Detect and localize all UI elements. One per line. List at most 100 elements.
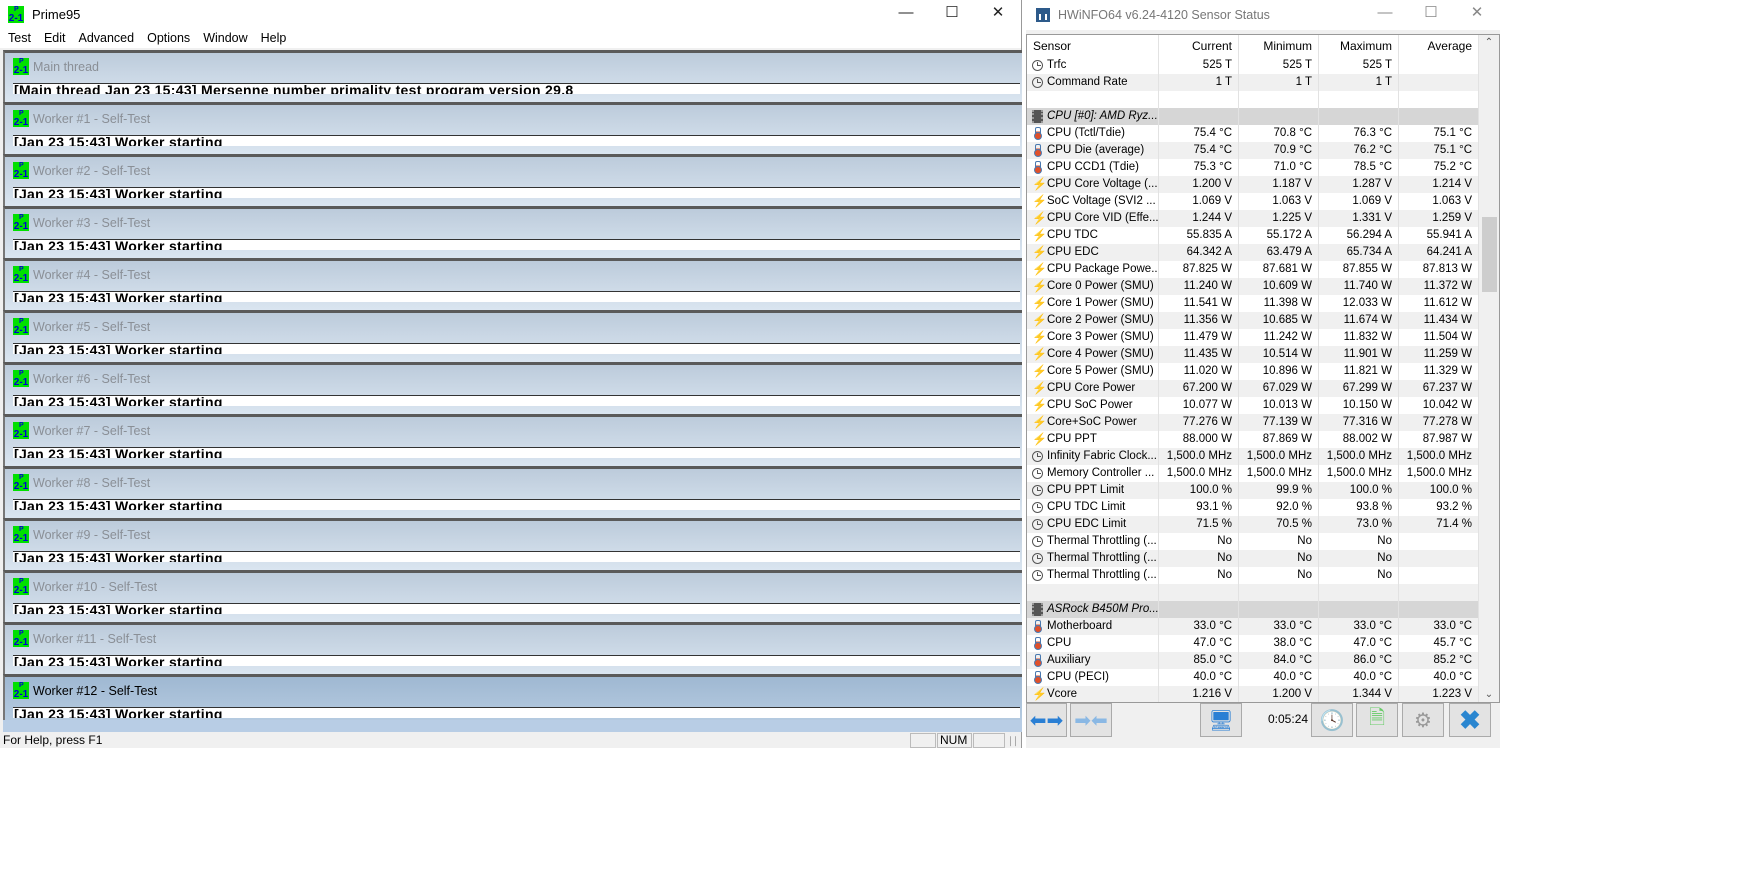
minimize-button[interactable]: — xyxy=(1362,0,1408,28)
worker-window-title[interactable]: P 2-1 Worker #10 - Self-Test xyxy=(13,578,157,596)
worker-window[interactable]: P 2-1 Worker #10 - Self-Test [Jan 23 15:43]… xyxy=(3,570,1022,622)
sensor-row[interactable]: ⚡ Core 2 Power (SMU) 11.356 W 10.685 W 11.67… xyxy=(1027,312,1479,329)
scrollbar-thumb[interactable] xyxy=(1482,217,1497,292)
menu-test[interactable]: Test xyxy=(8,31,31,45)
sensor-row[interactable]: Auxiliary 85.0 °C 84.0 °C 86.0 °C 85.2 °C xyxy=(1027,652,1479,669)
sensor-row[interactable]: ⚡ Core+SoC Power 77.276 W 77.139 W 77.316 W7… xyxy=(1027,414,1479,431)
worker-window[interactable]: P 2-1 Worker #9 - Self-Test [Jan 23 15:43] … xyxy=(3,518,1022,570)
sensor-row[interactable]: ⚡ Core 0 Power (SMU) 11.240 W 10.609 W 11.74… xyxy=(1027,278,1479,295)
worker-window-title[interactable]: P 2-1 Worker #9 - Self-Test xyxy=(13,526,150,544)
network-monitor-button[interactable]: 🖥 xyxy=(1200,703,1242,737)
sensor-row[interactable] xyxy=(1027,584,1479,601)
sensor-row[interactable] xyxy=(1027,91,1479,108)
worker-window-title[interactable]: P 2-1 Worker #2 - Self-Test xyxy=(13,162,150,180)
worker-log[interactable]: [Jan 23 15:43] Worker starting xyxy=(13,343,1020,354)
maximize-button[interactable]: ☐ xyxy=(1408,0,1454,28)
sensor-row[interactable]: Thermal Throttling (... No No No xyxy=(1027,533,1479,550)
sensor-row[interactable]: Infinity Fabric Clock... 1,500.0 MHz 1,500… xyxy=(1027,448,1479,465)
column-header-maximum[interactable]: Maximum xyxy=(1319,35,1399,57)
sensor-row[interactable]: ⚡ Core 3 Power (SMU) 11.479 W 11.242 W 11.83… xyxy=(1027,329,1479,346)
sensor-row[interactable]: ⚡ CPU Package Powe... 87.825 W 87.681 W 87.8… xyxy=(1027,261,1479,278)
worker-log[interactable]: [Main thread Jan 23 15:43] Mersenne numb… xyxy=(13,83,1020,94)
menu-window[interactable]: Window xyxy=(203,31,247,45)
collapse-arrows-button[interactable]: ➡⬅ xyxy=(1070,703,1112,737)
column-header-current[interactable]: Current xyxy=(1159,35,1239,57)
sensor-row[interactable]: ⚡ CPU Core VID (Effe... 1.244 V 1.225 V 1.33… xyxy=(1027,210,1479,227)
column-header-minimum[interactable]: Minimum xyxy=(1239,35,1319,57)
worker-window[interactable]: P 2-1 Worker #6 - Self-Test [Jan 23 15:43] … xyxy=(3,362,1022,414)
menu-edit[interactable]: Edit xyxy=(44,31,66,45)
resize-grip[interactable]: ∣∣ xyxy=(1008,736,1018,747)
worker-window[interactable]: P 2-1 Worker #12 - Self-Test [Jan 23 15:43]… xyxy=(3,674,1022,726)
worker-log[interactable]: [Jan 23 15:43] Worker starting xyxy=(13,239,1020,250)
close-button[interactable]: ✕ xyxy=(975,0,1021,28)
worker-window-title[interactable]: P 2-1 Worker #8 - Self-Test xyxy=(13,474,150,492)
sensor-group-row[interactable]: ASRock B450M Pro... xyxy=(1027,601,1479,618)
minimize-button[interactable]: — xyxy=(883,0,929,28)
worker-log[interactable]: [Jan 23 15:43] Worker starting xyxy=(13,707,1020,718)
worker-window[interactable]: P 2-1 Main thread [Main thread Jan 23 15:43… xyxy=(3,50,1022,102)
menu-advanced[interactable]: Advanced xyxy=(78,31,134,45)
worker-log[interactable]: [Jan 23 15:43] Worker starting xyxy=(13,655,1020,666)
logging-report-button[interactable]: 🗎 xyxy=(1356,703,1398,737)
sensor-row[interactable]: ⚡ Core 1 Power (SMU) 11.541 W 11.398 W 12.03… xyxy=(1027,295,1479,312)
worker-window[interactable]: P 2-1 Worker #1 - Self-Test [Jan 23 15:43] … xyxy=(3,102,1022,154)
worker-log[interactable]: [Jan 23 15:43] Worker starting xyxy=(13,551,1020,562)
sensor-row[interactable]: CPU (Tctl/Tdie) 75.4 °C 70.8 °C 76.3 °C 75.1… xyxy=(1027,125,1479,142)
worker-window-title[interactable]: P 2-1 Worker #11 - Self-Test xyxy=(13,630,156,648)
worker-log[interactable]: [Jan 23 15:43] Worker starting xyxy=(13,291,1020,302)
expand-arrows-button[interactable]: ⬅➡ xyxy=(1026,703,1067,737)
sensor-row[interactable]: ⚡ Vcore 1.216 V 1.200 V 1.344 V 1.223 V xyxy=(1027,686,1479,702)
worker-window[interactable]: P 2-1 Worker #11 - Self-Test [Jan 23 15:43]… xyxy=(3,622,1022,674)
sensor-row[interactable]: ⚡ CPU EDC 64.342 A 63.479 A 65.734 A 64.241 A xyxy=(1027,244,1479,261)
worker-window[interactable]: P 2-1 Worker #3 - Self-Test [Jan 23 15:43] … xyxy=(3,206,1022,258)
menu-options[interactable]: Options xyxy=(147,31,190,45)
sensor-row[interactable]: CPU 47.0 °C 38.0 °C 47.0 °C 45.7 °C xyxy=(1027,635,1479,652)
worker-window-title[interactable]: P 2-1 Worker #1 - Self-Test xyxy=(13,110,150,128)
sensor-row[interactable]: Thermal Throttling (... No No No xyxy=(1027,567,1479,584)
worker-log[interactable]: [Jan 23 15:43] Worker starting xyxy=(13,395,1020,406)
worker-window[interactable]: P 2-1 Worker #5 - Self-Test [Jan 23 15:43] … xyxy=(3,310,1022,362)
sensor-row[interactable]: CPU CCD1 (Tdie) 75.3 °C 71.0 °C 78.5 °C 75.2… xyxy=(1027,159,1479,176)
worker-window[interactable]: P 2-1 Worker #8 - Self-Test [Jan 23 15:43] … xyxy=(3,466,1022,518)
sensor-row[interactable]: ⚡ SoC Voltage (SVI2 ... 1.069 V 1.063 V 1.06… xyxy=(1027,193,1479,210)
sensor-row[interactable]: Command Rate 1 T1 T1 T xyxy=(1027,74,1479,91)
sensor-row[interactable]: Motherboard 33.0 °C 33.0 °C 33.0 °C 33.0 °C xyxy=(1027,618,1479,635)
sensor-row[interactable]: ⚡ Core 4 Power (SMU) 11.435 W 10.514 W 11.90… xyxy=(1027,346,1479,363)
column-header-average[interactable]: Average xyxy=(1399,35,1479,57)
worker-log[interactable]: [Jan 23 15:43] Worker starting xyxy=(13,135,1020,146)
sensor-row[interactable]: ⚡ CPU Core Voltage (... 1.200 V 1.187 V 1.28… xyxy=(1027,176,1479,193)
worker-window-title[interactable]: P 2-1 Main thread xyxy=(13,58,99,76)
worker-log[interactable]: [Jan 23 15:43] Worker starting xyxy=(13,499,1020,510)
worker-window-title[interactable]: P 2-1 Worker #12 - Self-Test xyxy=(13,682,157,700)
sensor-row[interactable]: CPU EDC Limit 71.5 % 70.5 % 73.0 % 71.4 % xyxy=(1027,516,1479,533)
worker-log[interactable]: [Jan 23 15:43] Worker starting xyxy=(13,447,1020,458)
sensor-row[interactable]: CPU (PECI) 40.0 °C 40.0 °C 40.0 °C 40.0 °C xyxy=(1027,669,1479,686)
worker-window-title[interactable]: P 2-1 Worker #3 - Self-Test xyxy=(13,214,150,232)
sensor-row[interactable]: Thermal Throttling (... No No No xyxy=(1027,550,1479,567)
sensor-row[interactable]: ⚡ CPU Core Power 67.200 W 67.029 W 67.299 W6… xyxy=(1027,380,1479,397)
sensor-row[interactable]: ⚡ Core 5 Power (SMU) 11.020 W 10.896 W 11.82… xyxy=(1027,363,1479,380)
worker-window-title[interactable]: P 2-1 Worker #7 - Self-Test xyxy=(13,422,150,440)
vertical-scrollbar[interactable]: ⌃ ⌄ xyxy=(1479,35,1499,702)
column-header-sensor[interactable]: Sensor xyxy=(1027,35,1159,57)
reset-clock-button[interactable]: 🕓 xyxy=(1311,703,1353,737)
worker-window-title[interactable]: P 2-1 Worker #4 - Self-Test xyxy=(13,266,150,284)
sensor-row[interactable]: ⚡ CPU PPT 88.000 W 87.869 W 88.002 W 87.987 W xyxy=(1027,431,1479,448)
close-button[interactable]: ✕ xyxy=(1454,0,1500,28)
sensor-row[interactable]: ⚡ CPU SoC Power 10.077 W 10.013 W 10.150 W 10… xyxy=(1027,397,1479,414)
sensor-row[interactable]: Memory Controller ... 1,500.0 MHz 1,500.0 … xyxy=(1027,465,1479,482)
sensor-row[interactable]: CPU TDC Limit 93.1 % 92.0 % 93.8 % 93.2 % xyxy=(1027,499,1479,516)
sensor-row[interactable]: CPU Die (average) 75.4 °C 70.9 °C 76.2 °C 75… xyxy=(1027,142,1479,159)
worker-window[interactable]: P 2-1 Worker #7 - Self-Test [Jan 23 15:43] … xyxy=(3,414,1022,466)
worker-log[interactable]: [Jan 23 15:43] Worker starting xyxy=(13,187,1020,198)
sensor-row[interactable]: Trfc 525 T 525 T 525 T xyxy=(1027,57,1479,74)
sensor-row[interactable]: CPU PPT Limit 100.0 % 99.9 % 100.0 % 100.0 % xyxy=(1027,482,1479,499)
scroll-up-icon[interactable]: ⌃ xyxy=(1479,37,1499,48)
worker-window[interactable]: P 2-1 Worker #4 - Self-Test [Jan 23 15:43] … xyxy=(3,258,1022,310)
worker-window-title[interactable]: P 2-1 Worker #6 - Self-Test xyxy=(13,370,150,388)
maximize-button[interactable]: ☐ xyxy=(929,0,975,28)
exit-button[interactable]: ✖ xyxy=(1449,703,1491,737)
settings-button[interactable]: ⚙ xyxy=(1402,703,1444,737)
worker-window[interactable]: P 2-1 Worker #2 - Self-Test [Jan 23 15:43] … xyxy=(3,154,1022,206)
